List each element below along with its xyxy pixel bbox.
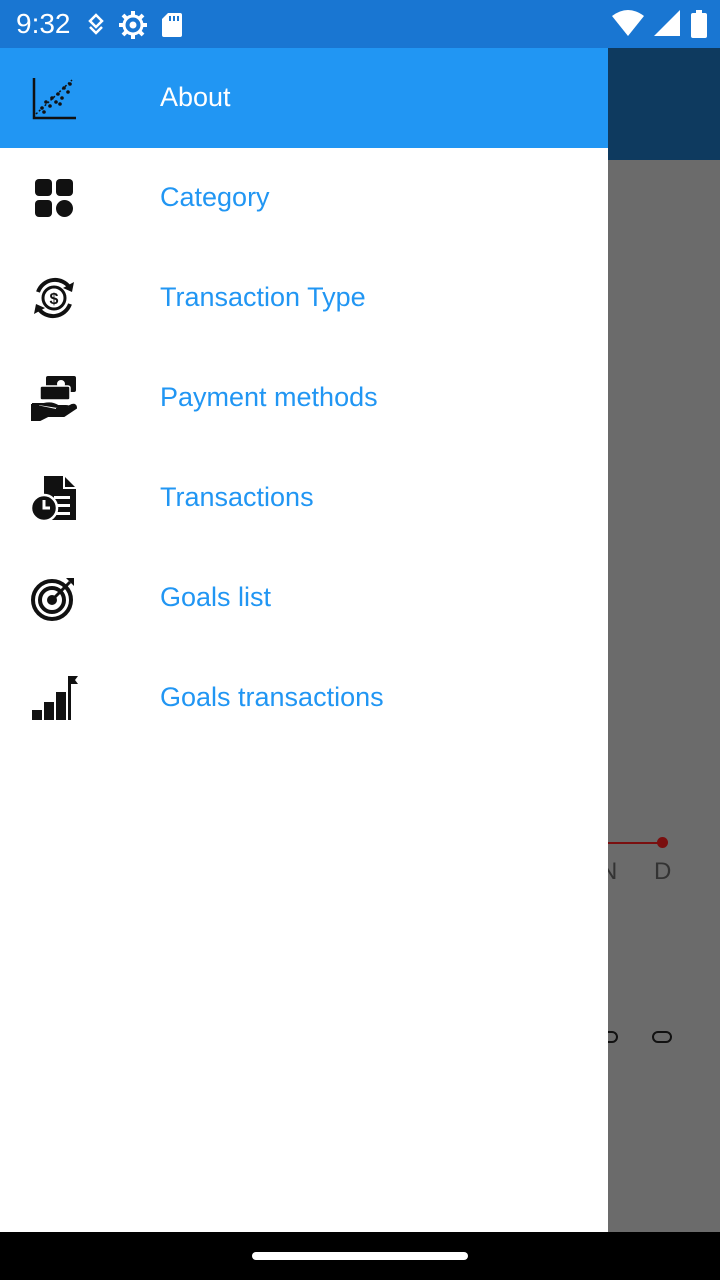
status-time: 9:32: [16, 8, 71, 39]
wifi-icon: [612, 10, 644, 36]
drawer-menu: Category $ Transaction Type Payment meth: [0, 148, 608, 748]
menu-item-label: Goals list: [160, 582, 272, 612]
grid-icon: [35, 179, 73, 217]
menu-item-category[interactable]: Category: [0, 148, 608, 248]
data-saver-icon: [88, 13, 104, 35]
menu-item-transactions[interactable]: Transactions: [0, 448, 608, 548]
menu-item-payment-methods[interactable]: Payment methods: [0, 348, 608, 448]
battery-icon: [691, 10, 707, 38]
drawer-header-label: About: [160, 82, 231, 112]
chart-axis-label: D: [654, 858, 672, 885]
scatter-chart-icon: [32, 78, 76, 120]
menu-item-label: Transaction Type: [160, 282, 366, 312]
home-gesture-handle[interactable]: [252, 1252, 468, 1260]
status-icons-left: [86, 10, 184, 40]
legend-marker: [652, 1031, 672, 1043]
document-clock-icon: [30, 476, 76, 522]
menu-item-goals-transactions[interactable]: Goals transactions: [0, 648, 608, 748]
chart-series-point: [657, 837, 668, 848]
dollar-cycle-icon: $: [34, 277, 74, 319]
menu-item-label: Category: [160, 182, 270, 212]
status-icons-right: [612, 10, 708, 38]
signal-icon: [654, 10, 680, 36]
menu-item-label: Goals transactions: [160, 682, 384, 712]
menu-item-goals-list[interactable]: Goals list: [0, 548, 608, 648]
navigation-drawer: About Category $ Transaction Type Paymen…: [0, 48, 608, 1232]
drawer-header-about[interactable]: About: [0, 48, 608, 148]
status-bar: 9:32: [0, 0, 720, 48]
cash-hand-icon: [31, 376, 78, 421]
settings-icon: [119, 11, 147, 39]
menu-item-transaction-type[interactable]: $ Transaction Type: [0, 248, 608, 348]
sd-card-icon: [162, 13, 182, 37]
menu-item-label: Payment methods: [160, 382, 378, 412]
chart-series-line: [600, 842, 662, 844]
menu-item-label: Transactions: [160, 482, 314, 512]
system-nav-bar: [0, 1232, 720, 1280]
bar-chart-flag-icon: [32, 676, 78, 720]
svg-text:$: $: [50, 291, 59, 308]
target-icon: [31, 578, 74, 621]
